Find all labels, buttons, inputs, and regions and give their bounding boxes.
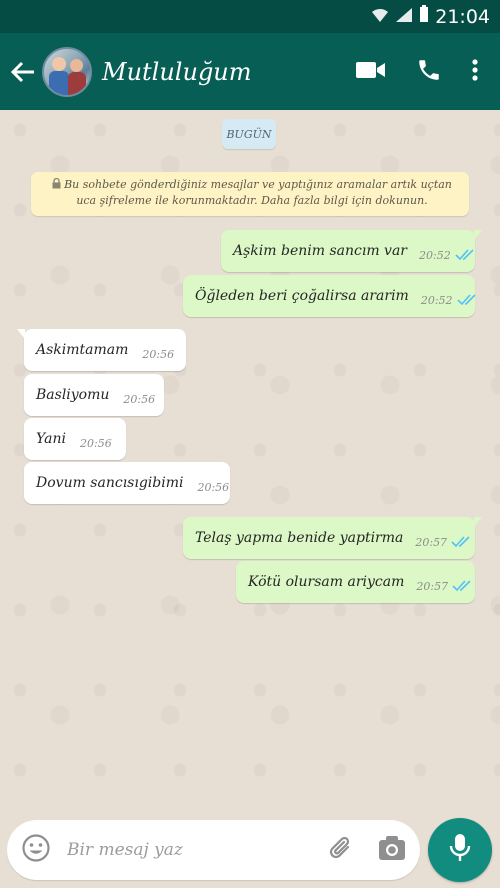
microphone-button[interactable] — [428, 818, 492, 882]
double-check-icon — [456, 294, 477, 306]
message-time: 20:56 — [123, 392, 156, 406]
message-time: 20:56 — [197, 480, 230, 494]
message-time: 20:56 — [80, 436, 112, 450]
message-time: 20:57 — [415, 535, 448, 549]
signal-icon — [395, 6, 413, 28]
phone-call-icon[interactable] — [416, 57, 442, 87]
message-bubble[interactable]: Telaş yapma benide yaptirma 20:57 — [183, 517, 482, 559]
message-text: Askimtamam — [36, 342, 129, 358]
attachment-icon[interactable] — [326, 833, 356, 867]
message-bubble[interactable]: Öğleden beri çoğalirsa ararim 20:52 — [183, 275, 477, 317]
avatar[interactable] — [42, 46, 92, 97]
message-input[interactable] — [67, 840, 326, 860]
message-text: Kötü olursam ariycam — [248, 574, 405, 590]
camera-icon[interactable] — [378, 835, 406, 865]
message-bubble[interactable]: Yani 20:56 — [24, 418, 126, 460]
chat-title[interactable]: Mutluluğum — [102, 58, 356, 86]
message-composer[interactable] — [7, 820, 420, 880]
encryption-notice[interactable]: Bu sohbete gönderdiğiniz mesajlar ve yap… — [31, 172, 469, 216]
message-bubble[interactable]: Askimtamam 20:56 — [17, 329, 186, 371]
battery-icon — [419, 5, 429, 28]
message-time: 20:52 — [420, 293, 453, 307]
message-text: Öğleden beri çoğalirsa ararim — [195, 288, 409, 304]
encryption-notice-text: Bu sohbete gönderdiğiniz mesajlar ve yap… — [64, 178, 452, 207]
message-text: Aşkim benim sancım var — [233, 243, 407, 259]
double-check-icon — [452, 580, 472, 592]
message-bubble[interactable]: Kötü olursam ariycam 20:57 — [236, 561, 475, 603]
message-time: 20:52 — [419, 248, 451, 262]
emoji-icon[interactable] — [21, 833, 51, 867]
chat-area[interactable]: BUGÜN Bu sohbete gönderdiğiniz mesajlar … — [0, 110, 500, 814]
microphone-icon — [448, 833, 472, 867]
chat-header: Mutluluğum — [0, 33, 500, 110]
more-options-icon[interactable] — [472, 58, 478, 86]
status-bar: 21:04 — [0, 0, 500, 33]
message-bubble[interactable]: Dovum sancısıgibimi 20:56 — [24, 462, 230, 504]
message-time: 20:56 — [142, 347, 175, 361]
video-call-icon[interactable] — [356, 60, 386, 84]
status-time: 21:04 — [435, 5, 490, 28]
composer-bar — [0, 814, 500, 888]
message-text: Dovum sancısıgibimi — [36, 475, 184, 491]
message-time: 20:57 — [416, 579, 449, 593]
message-bubble[interactable]: Basliyomu 20:56 — [24, 374, 164, 416]
message-bubble[interactable]: Aşkim benim sancım var 20:52 — [221, 230, 482, 272]
message-text: Telaş yapma benide yaptirma — [195, 530, 404, 546]
lock-icon — [52, 177, 61, 193]
wifi-icon — [371, 6, 389, 28]
back-arrow-icon[interactable] — [4, 33, 42, 110]
message-text: Basliyomu — [36, 387, 110, 403]
double-check-icon — [451, 536, 471, 548]
date-chip: BUGÜN — [222, 119, 276, 149]
message-text: Yani — [36, 431, 66, 447]
double-check-icon — [455, 249, 475, 261]
